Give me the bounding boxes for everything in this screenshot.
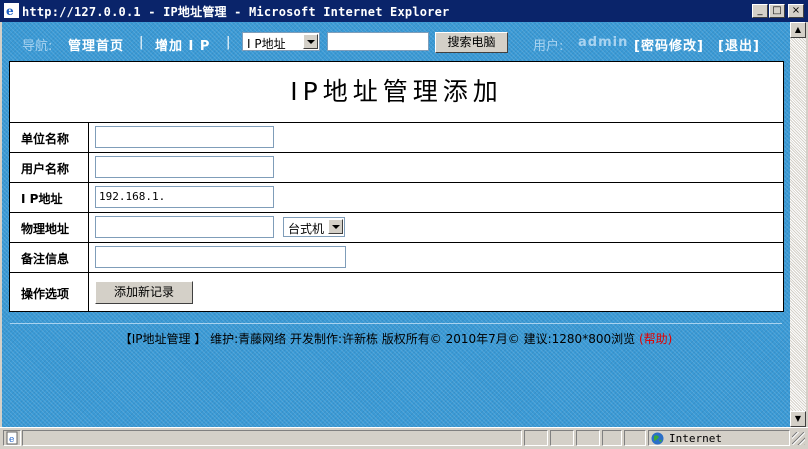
search-input[interactable] [327, 32, 429, 51]
footer-divider [10, 323, 782, 324]
internet-explorer-icon: e [4, 3, 19, 18]
change-password-link[interactable]: [密码修改] [634, 35, 704, 54]
search-field-select[interactable]: I P地址 [242, 32, 320, 51]
search-field-value: I P地址 [247, 37, 286, 51]
unit-name-input[interactable] [95, 126, 274, 148]
window-title-bar[interactable]: e http://127.0.0.1 - IP地址管理 - Microsoft … [0, 0, 808, 22]
search-button[interactable]: 搜索电脑 [435, 32, 508, 53]
nav-separator: | [226, 35, 231, 50]
user-prefix: 用户: [533, 39, 564, 54]
chevron-down-icon[interactable] [328, 219, 343, 234]
footer-text: 【IP地址管理 】 维护:青藤网络 开发制作:许新栋 版权所有© 2010年7月… [119, 332, 636, 346]
form-row-action: 操作选项 添加新记录 [10, 272, 783, 312]
chevron-down-icon[interactable] [303, 34, 318, 49]
remark-label: 备注信息 [21, 252, 70, 266]
ip-address-label: I P地址 [21, 192, 63, 206]
window-title: http://127.0.0.1 - IP地址管理 - Microsoft In… [22, 5, 450, 19]
scroll-up-icon[interactable]: ▲ [790, 22, 806, 38]
page-title: IP地址管理添加 [290, 77, 503, 106]
ip-address-input[interactable]: 192.168.1. [95, 186, 274, 208]
svg-text:e: e [9, 435, 14, 445]
close-icon: × [791, 5, 801, 16]
device-type-select[interactable]: 台式机 [283, 217, 345, 237]
footer: 【IP地址管理 】 维护:青藤网络 开发制作:许新栋 版权所有© 2010年7月… [2, 330, 790, 347]
globe-icon [651, 432, 664, 445]
security-zone: Internet [648, 430, 790, 446]
minimize-button[interactable]: _ [752, 4, 768, 18]
scroll-down-icon[interactable]: ▼ [790, 411, 806, 427]
help-link[interactable]: (帮助) [639, 332, 672, 346]
form-row-mac: 物理地址 台式机 [10, 212, 783, 243]
nav-separator: | [139, 35, 144, 50]
page-icon: e [6, 431, 18, 445]
action-label: 操作选项 [21, 287, 70, 301]
device-type-value: 台式机 [288, 222, 325, 236]
unit-name-label: 单位名称 [21, 132, 70, 146]
add-ip-form: IP地址管理添加 单位名称 用户名称 I P地址 192.168.1. 物理地址… [9, 61, 784, 312]
page-viewport: 导航: 管理首页 | 增加 I P | I P地址 搜索电脑 用户: admin… [2, 22, 790, 427]
nav-bar: 导航: 管理首页 | 增加 I P | I P地址 搜索电脑 用户: admin… [2, 32, 790, 54]
vertical-scrollbar[interactable]: ▲ ▼ [790, 22, 806, 427]
maximize-icon: □ [772, 5, 782, 16]
mac-address-input[interactable] [95, 216, 274, 238]
add-record-button[interactable]: 添加新记录 [95, 281, 193, 304]
user-name-input[interactable] [95, 156, 274, 178]
close-button[interactable]: × [788, 4, 804, 18]
logout-link[interactable]: [退出] [718, 35, 760, 54]
remark-input[interactable] [95, 246, 346, 268]
maximize-button[interactable]: □ [769, 4, 785, 18]
form-row-unit: 单位名称 [10, 122, 783, 153]
status-text [22, 430, 522, 446]
status-bar: e Internet [0, 427, 808, 449]
form-row-user: 用户名称 [10, 152, 783, 183]
nav-prefix: 导航: [22, 39, 53, 54]
nav-home-link[interactable]: 管理首页 [68, 35, 124, 54]
user-name-label: 用户名称 [21, 162, 70, 176]
resize-grip-icon[interactable] [792, 432, 805, 445]
mac-address-label: 物理地址 [21, 222, 70, 236]
page-status-icon: e [3, 430, 21, 446]
minimize-icon: _ [757, 5, 763, 16]
zone-label: Internet [669, 432, 722, 445]
form-row-remark: 备注信息 [10, 242, 783, 273]
nav-add-ip-link[interactable]: 增加 I P [155, 35, 210, 54]
form-row-ip: I P地址 192.168.1. [10, 182, 783, 213]
svg-text:e: e [6, 4, 14, 18]
username: admin [578, 35, 629, 50]
